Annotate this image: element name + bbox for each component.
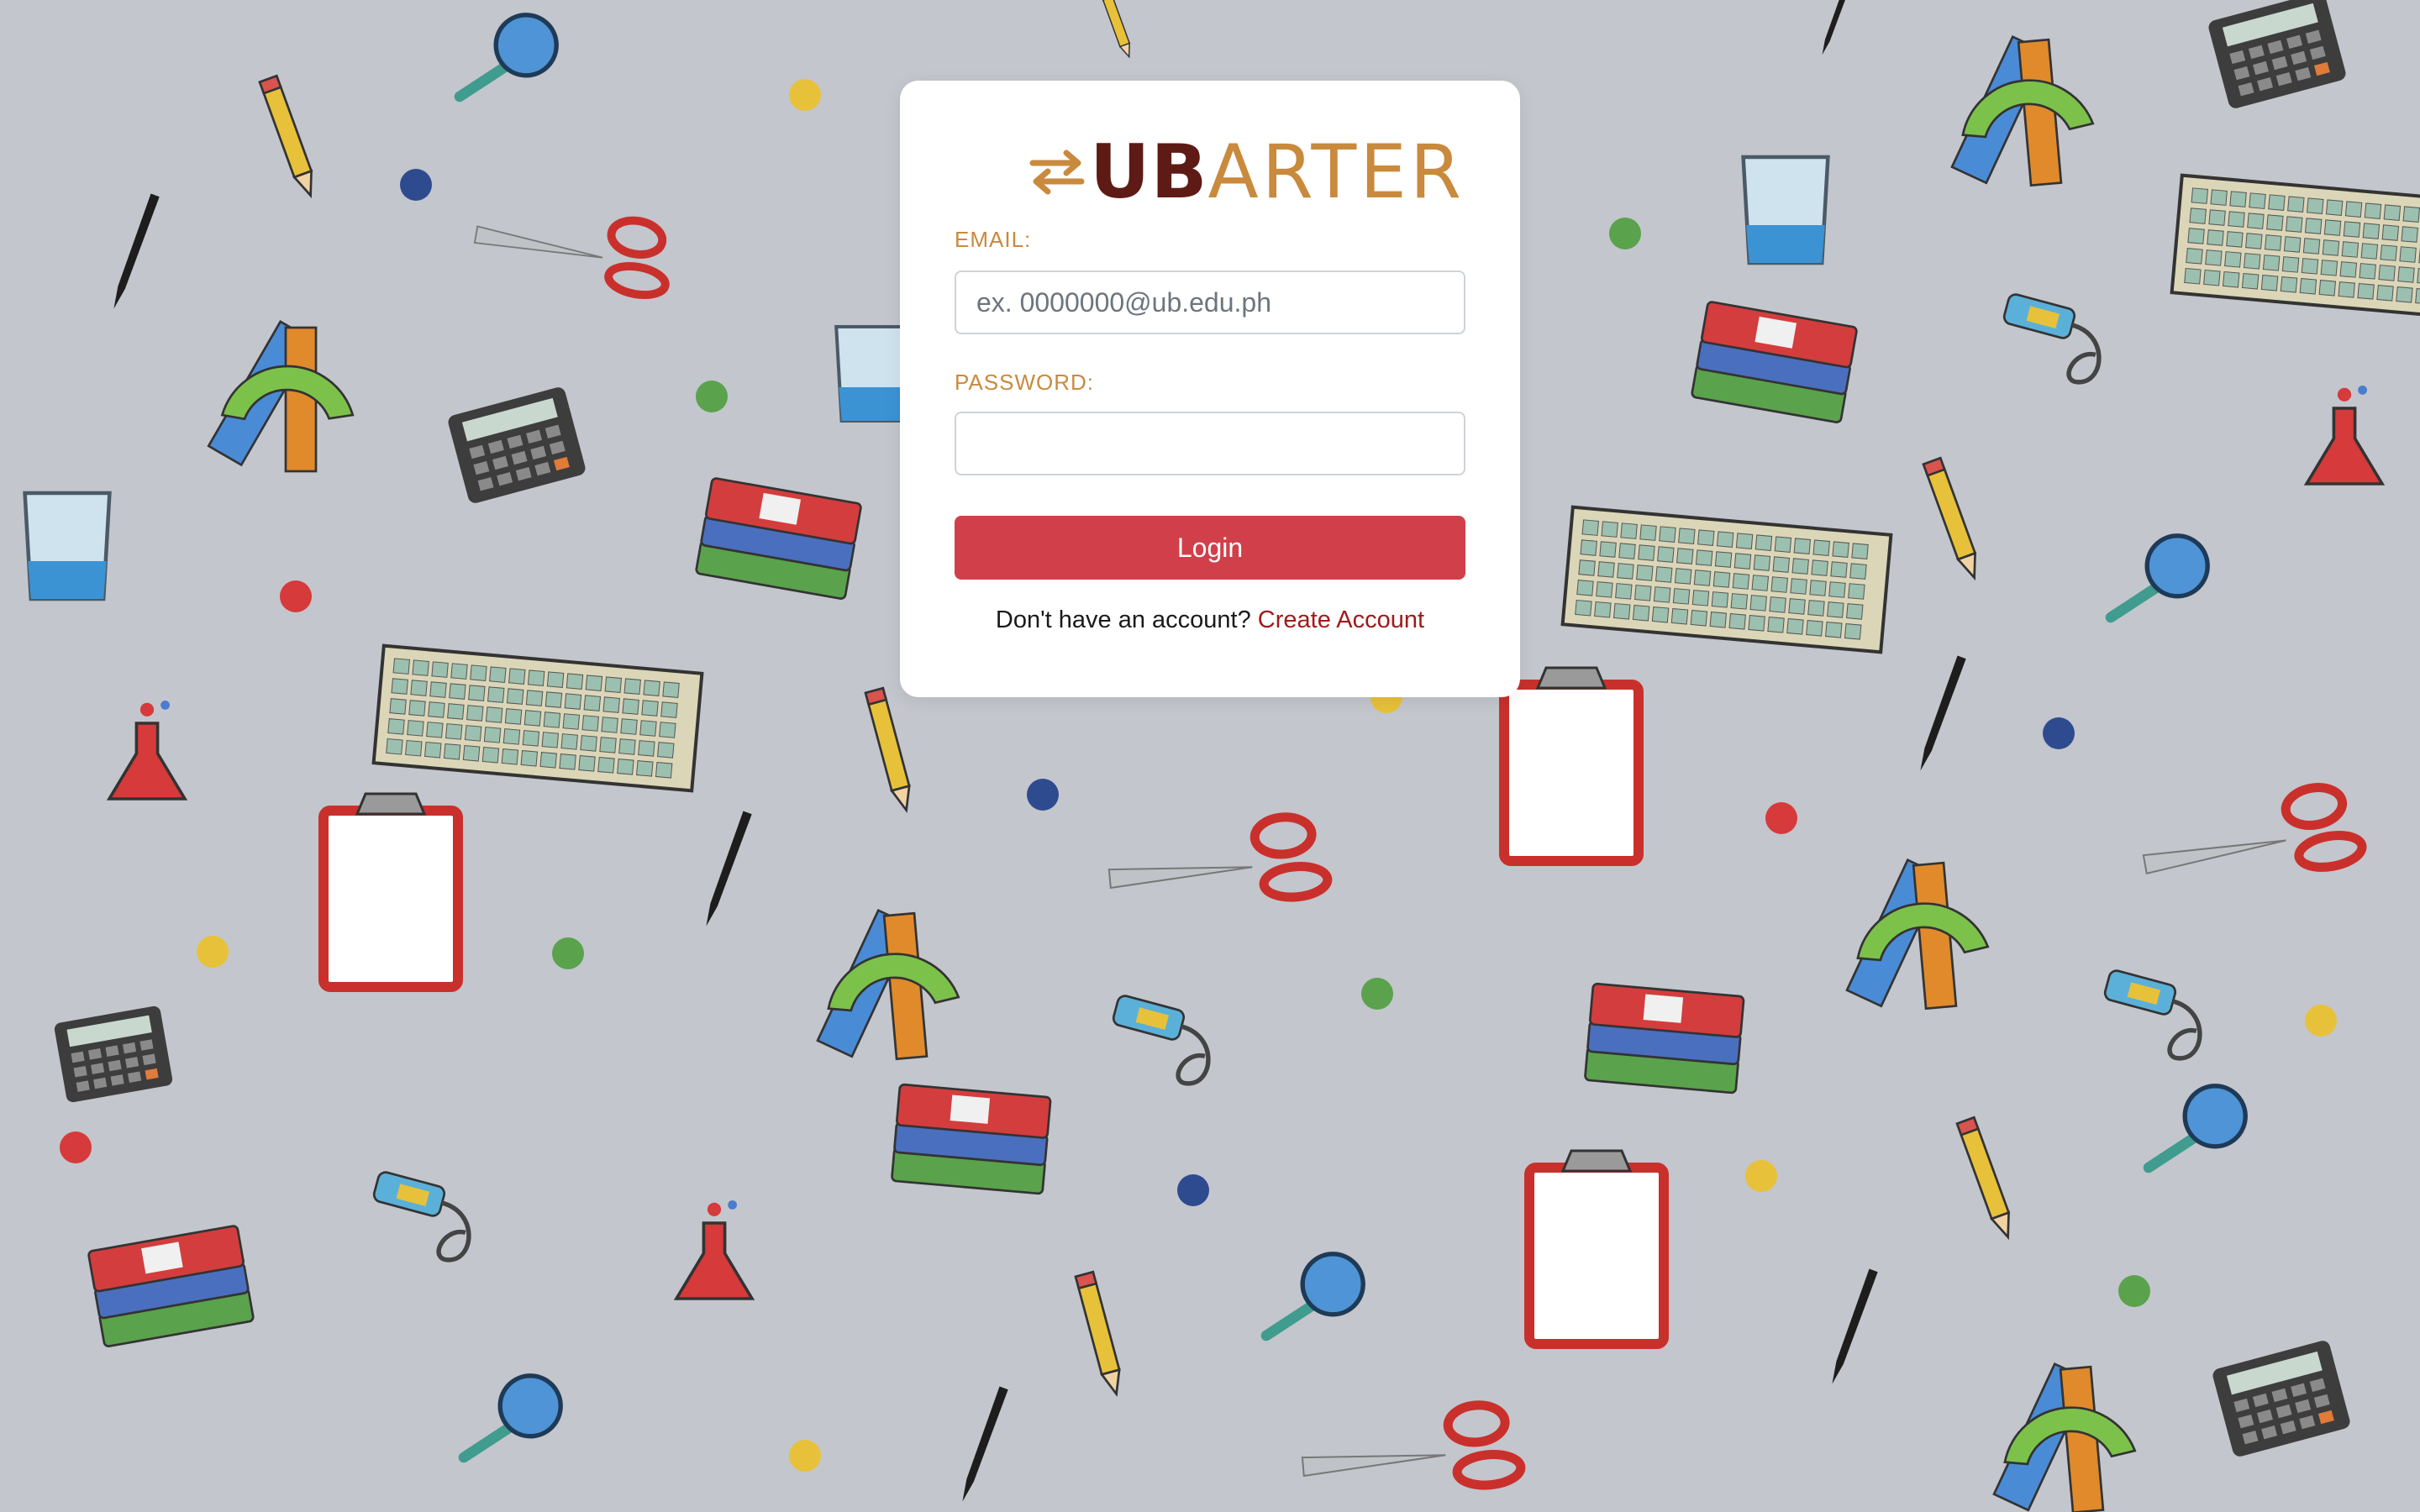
pen-icon (1832, 1268, 1878, 1384)
calculator-icon (2212, 1341, 2350, 1457)
pencil-icon (1100, 0, 1131, 59)
create-account-link[interactable]: Create Account (1258, 606, 1424, 633)
books-icon (891, 1083, 1052, 1195)
dot (789, 1440, 821, 1472)
calculator-icon (448, 387, 586, 503)
dot (789, 79, 821, 111)
calculator-icon (2208, 0, 2346, 108)
usb-icon (1112, 995, 1211, 1086)
usb-icon (2103, 969, 2202, 1061)
clipboard-icon (1524, 1149, 1669, 1349)
dot (2305, 1005, 2337, 1037)
pen-icon (113, 193, 160, 309)
dot (1745, 1160, 1777, 1192)
brand-logo: UB ARTER (1026, 128, 1465, 215)
beaker-icon (1741, 155, 1830, 265)
dot (60, 1131, 92, 1163)
books-icon (1691, 301, 1858, 423)
login-button[interactable]: Login (955, 516, 1465, 580)
pen-icon (706, 811, 752, 927)
calculator-icon (54, 1005, 173, 1103)
dot (1027, 779, 1059, 811)
dot (400, 169, 432, 201)
scissors-icon (1107, 812, 1333, 902)
ruler-icon (1845, 858, 1990, 1011)
email-field[interactable] (955, 270, 1465, 334)
pen-icon (1822, 0, 1853, 55)
signup-prompt: Don't have an account? Create Account (900, 606, 1520, 634)
books-icon (87, 1225, 255, 1347)
brand-name-bold: UB (1090, 128, 1208, 215)
swap-arrows-icon (1029, 150, 1085, 195)
pencil-icon (864, 686, 911, 814)
keyboard-icon (1560, 505, 1893, 654)
ruler-icon (1950, 34, 2095, 187)
dot (2043, 717, 2075, 749)
scissors-icon (473, 216, 670, 299)
pencil-icon (258, 74, 313, 199)
books-icon (1584, 982, 1745, 1095)
keyboard-icon (2170, 173, 2420, 323)
ruler-icon (207, 320, 355, 473)
dot (197, 936, 229, 968)
pencil-icon (1922, 456, 1977, 581)
magnifier-icon (2143, 1084, 2248, 1173)
dot (1177, 1174, 1209, 1206)
pen-icon (1920, 655, 1966, 771)
clipboard-icon (318, 792, 463, 992)
dot (280, 580, 312, 612)
signup-prompt-text: Don't have an account? (995, 606, 1258, 633)
usb-icon (372, 1171, 471, 1263)
flask-icon (106, 701, 188, 801)
dot (696, 381, 728, 412)
flask-icon (673, 1200, 755, 1300)
brand-name-light: ARTER (1207, 128, 1465, 215)
keyboard-icon (371, 643, 704, 793)
dot (552, 937, 584, 969)
login-card: UBARTER EMAIL: PASSWORD: Login Don't hav… (900, 81, 1520, 697)
magnifier-icon (458, 1373, 563, 1463)
beaker-icon (23, 491, 112, 601)
dot (1609, 218, 1641, 249)
clipboard-icon (1499, 666, 1644, 866)
books-icon (695, 477, 862, 600)
pencil-icon (1955, 1116, 2011, 1241)
flask-icon (2303, 386, 2386, 486)
scissors-icon (2142, 783, 2367, 875)
usb-icon (2002, 293, 2102, 385)
password-label: PASSWORD: (955, 370, 1094, 395)
ruler-icon (816, 908, 960, 1061)
dot (2118, 1275, 2150, 1307)
ruler-icon (1992, 1362, 2137, 1512)
magnifier-icon (454, 13, 559, 102)
dot (1765, 802, 1797, 834)
password-field[interactable] (955, 412, 1465, 475)
scissors-icon (1301, 1400, 1526, 1490)
pencil-icon (1074, 1270, 1121, 1398)
email-label: EMAIL: (955, 227, 1032, 252)
pen-icon (962, 1386, 1008, 1502)
dot (1361, 978, 1393, 1010)
magnifier-icon (1260, 1252, 1365, 1341)
magnifier-icon (2105, 533, 2210, 623)
